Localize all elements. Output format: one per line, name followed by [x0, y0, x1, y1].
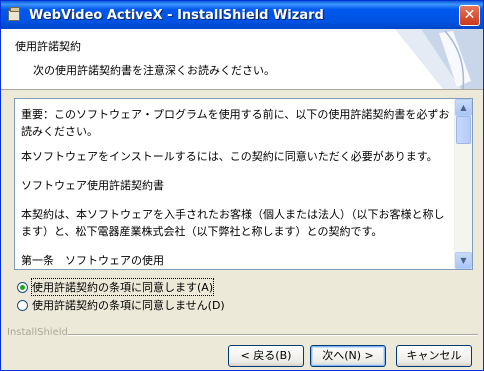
license-paragraph: 本ソフトウェアをインストールするには、この契約に同意いただく必要があります。 [21, 150, 438, 163]
cancel-button[interactable]: キャンセル [396, 345, 472, 367]
wizard-header: 使用許諾契約 次の使用許諾契約書を注意深くお読みください。 [1, 29, 483, 90]
accept-radio[interactable] [17, 281, 28, 293]
window-title: WebVideo ActiveX - InstallShield Wizard [29, 7, 324, 23]
license-text-box[interactable]: 重要：このソフトウェア・プログラムを使用する前に、以下の使用許諾契約書を必ずお読… [14, 98, 473, 270]
scroll-down-button[interactable]: ▼ [455, 252, 472, 269]
scroll-thumb[interactable] [456, 116, 471, 144]
scroll-up-arrow-icon: ▲ [460, 103, 467, 112]
close-icon: ✕ [463, 7, 476, 23]
license-paragraph: 重要：このソフトウェア・プログラムを使用する前に、以下の使用許諾契約書を必ずお読… [21, 108, 450, 138]
decline-label[interactable]: 使用許諾契約の条項に同意しません(D) [32, 297, 225, 313]
accept-label[interactable]: 使用許諾契約の条項に同意します(A) [30, 278, 215, 296]
title-bar[interactable]: WebVideo ActiveX - InstallShield Wizard … [1, 1, 483, 29]
header-subtitle: 次の使用許諾契約書を注意深くお読みください。 [33, 64, 275, 77]
license-paragraph: ソフトウェア使用許諾契約書 [21, 179, 164, 192]
close-button[interactable]: ✕ [459, 5, 480, 26]
back-button[interactable]: < 戻る(B) [228, 345, 304, 367]
footer-divider [68, 334, 478, 336]
accept-option[interactable]: 使用許諾契約の条項に同意します(A) [17, 278, 215, 296]
header-title: 使用許諾契約 [15, 40, 81, 53]
decline-option[interactable]: 使用許諾契約の条項に同意しません(D) [17, 297, 225, 313]
installshield-brand: InstallShield [7, 327, 68, 338]
vertical-scrollbar[interactable]: ▲ ▼ [454, 99, 472, 269]
next-button[interactable]: 次へ(N) > [310, 345, 386, 367]
header-decoration-graphic [395, 29, 483, 89]
scroll-up-button[interactable]: ▲ [455, 99, 472, 116]
decline-radio[interactable] [17, 299, 28, 311]
license-paragraph: 第一条 ソフトウェアの使用 [21, 254, 164, 267]
installer-box-icon [7, 7, 23, 23]
license-paragraph: 本契約は、本ソフトウェアを入手されたお客様（個人または法人）（以下お客様と称しま… [21, 208, 445, 238]
license-text: 重要：このソフトウェア・プログラムを使用する前に、以下の使用許諾契約書を必ずお読… [21, 106, 453, 269]
installshield-wizard-window: WebVideo ActiveX - InstallShield Wizard … [0, 0, 484, 371]
scroll-down-arrow-icon: ▼ [460, 256, 467, 265]
